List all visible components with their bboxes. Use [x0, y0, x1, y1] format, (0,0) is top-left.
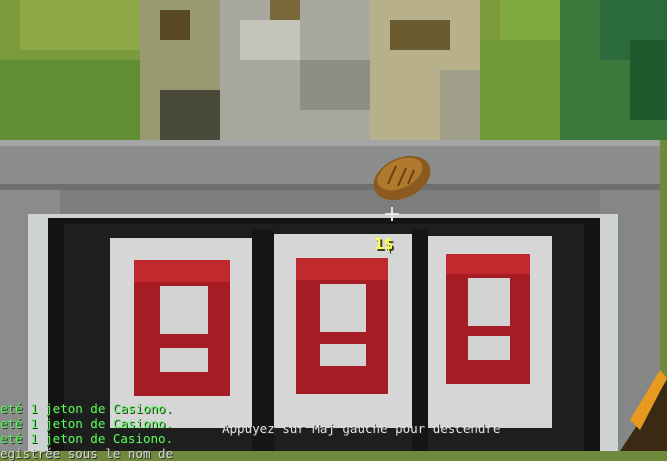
slot-reel-3: [428, 236, 552, 428]
chat-line: eté 1 jeton de Casiono.: [0, 401, 174, 416]
price-label: 1$: [374, 234, 394, 253]
sneak-hint: Appuyez sur Maj gauche pour descendre: [222, 421, 501, 436]
slot-reel-2: [274, 234, 412, 428]
chat-log: eté 1 jeton de Casiono. eté 1 jeton de C…: [0, 401, 230, 461]
crosshair-icon: [385, 207, 399, 221]
game-scene: [0, 0, 667, 451]
chat-line: eté 1 jeton de Casiono.: [0, 431, 174, 446]
slot-reel-1: [110, 238, 252, 428]
chat-line: eté 1 jeton de Casiono.: [0, 416, 174, 431]
chat-line: egistrée sous le nom de: [0, 446, 174, 461]
